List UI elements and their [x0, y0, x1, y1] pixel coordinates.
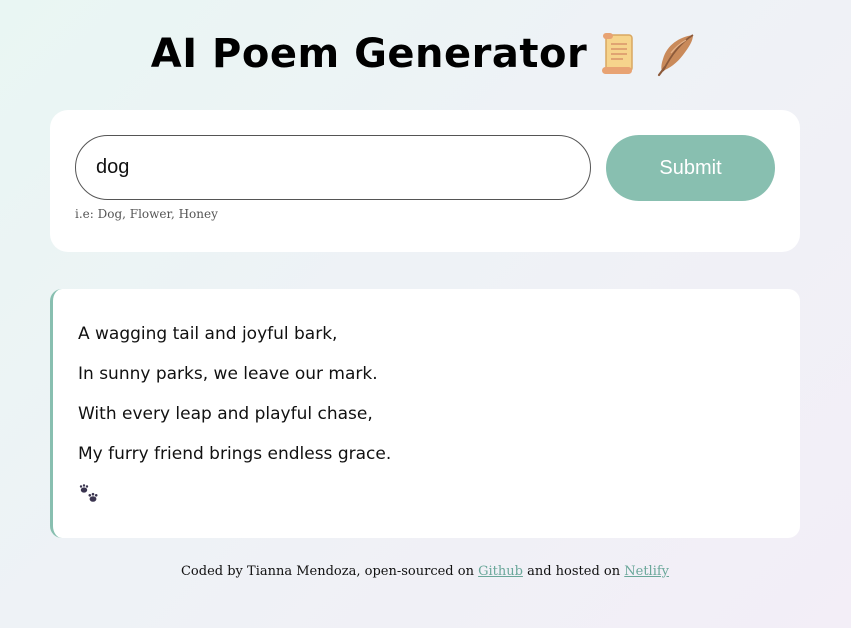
poem-line: A wagging tail and joyful bark, — [78, 324, 338, 344]
scroll-icon — [602, 33, 633, 74]
page-title: AI Poem Generator — [150, 31, 588, 77]
page-container: AI Poem Generator i.e: Dog, Flower, Hone… — [50, 0, 800, 628]
poem-line: With every leap and playful chase, — [78, 404, 373, 424]
poem-line: My furry friend brings endless grace. — [78, 444, 392, 464]
github-link[interactable]: Github — [478, 564, 523, 579]
search-form-card: i.e: Dog, Flower, Honey Submit — [50, 110, 800, 252]
paw-prints-icon — [79, 484, 98, 502]
footer-middle-text: and hosted on — [527, 564, 621, 579]
footer-credit: Coded by Tianna Mendoza, open-sourced on — [180, 564, 474, 579]
submit-button[interactable]: Submit — [606, 135, 775, 201]
poem-line: In sunny parks, we leave our mark. — [78, 364, 378, 384]
footer: Coded by Tianna Mendoza, open-sourced on… — [50, 564, 800, 579]
input-hint: i.e: Dog, Flower, Honey — [75, 207, 218, 221]
page-title-row: AI Poem Generator — [50, 28, 800, 80]
poem-card: A wagging tail and joyful bark, In sunny… — [50, 289, 800, 538]
search-input[interactable] — [75, 135, 591, 200]
netlify-link[interactable]: Netlify — [624, 564, 669, 579]
feather-icon — [658, 34, 694, 77]
